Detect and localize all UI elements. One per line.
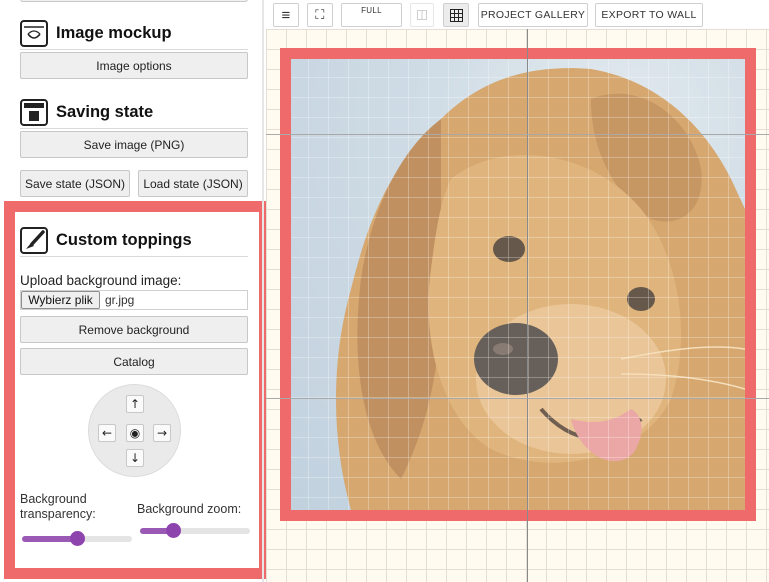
background-photo [291, 59, 745, 510]
menu-icon[interactable]: ≡ [273, 3, 299, 27]
zoom-slider[interactable] [140, 523, 250, 538]
section-header-custom-toppings: Custom toppings [20, 227, 248, 257]
section-title: Custom toppings [56, 231, 192, 249]
save-icon [20, 99, 48, 126]
sidebar-panel: Image mockup Image options Saving state … [0, 0, 270, 582]
section-title: Saving state [56, 103, 154, 121]
move-right-button[interactable]: → [153, 424, 171, 442]
panel-divider [262, 0, 264, 582]
collapsed-button-stub[interactable] [20, 0, 248, 2]
remove-background-button[interactable]: Remove background [20, 316, 248, 343]
export-to-wall-button[interactable]: EXPORT TO WALL [595, 3, 703, 27]
load-state-button[interactable]: Load state (JSON) [138, 170, 248, 197]
file-name: gr.jpg [105, 293, 135, 307]
zoom-slider-thumb[interactable] [166, 523, 181, 538]
project-gallery-button[interactable]: PROJECT GALLERY [478, 3, 588, 27]
design-canvas[interactable] [266, 29, 769, 582]
move-left-button[interactable]: ← [98, 424, 116, 442]
center-guide-vertical [527, 29, 528, 582]
fullscreen-icon[interactable]: ⛶ [307, 3, 333, 27]
catalog-button[interactable]: Catalog [20, 348, 248, 375]
section-header-saving-state: Saving state [20, 99, 248, 129]
transparency-label: Background transparency: [20, 492, 96, 521]
save-state-button[interactable]: Save state (JSON) [20, 170, 130, 197]
choose-file-button[interactable]: Wybierz plik [21, 291, 100, 309]
position-dpad: ↑ ↓ ← → ◉ [88, 384, 181, 477]
full-button[interactable]: FULL [341, 3, 402, 27]
image-options-button[interactable]: Image options [20, 52, 248, 79]
guide-horizontal-bottom [266, 398, 769, 399]
grid-toggle-icon[interactable] [443, 3, 469, 27]
background-image-frame[interactable] [280, 48, 756, 521]
split-view-icon[interactable] [410, 3, 434, 27]
mockup-icon [20, 20, 48, 47]
move-down-button[interactable]: ↓ [126, 449, 144, 467]
section-title: Image mockup [56, 24, 172, 42]
transparency-slider[interactable] [22, 531, 132, 546]
center-button[interactable]: ◉ [126, 424, 144, 442]
guide-horizontal-top [266, 134, 769, 135]
upload-background-label: Upload background image: [20, 273, 182, 288]
move-up-button[interactable]: ↑ [126, 395, 144, 413]
brush-icon [20, 227, 48, 254]
photo-grid-overlay [291, 59, 745, 510]
transparency-slider-thumb[interactable] [70, 531, 85, 546]
file-input[interactable]: Wybierz plik gr.jpg [20, 290, 248, 310]
transparency-slider-fill [22, 536, 77, 542]
save-image-button[interactable]: Save image (PNG) [20, 131, 248, 158]
zoom-label: Background zoom: [137, 502, 242, 516]
section-header-image-mockup: Image mockup [20, 20, 248, 50]
